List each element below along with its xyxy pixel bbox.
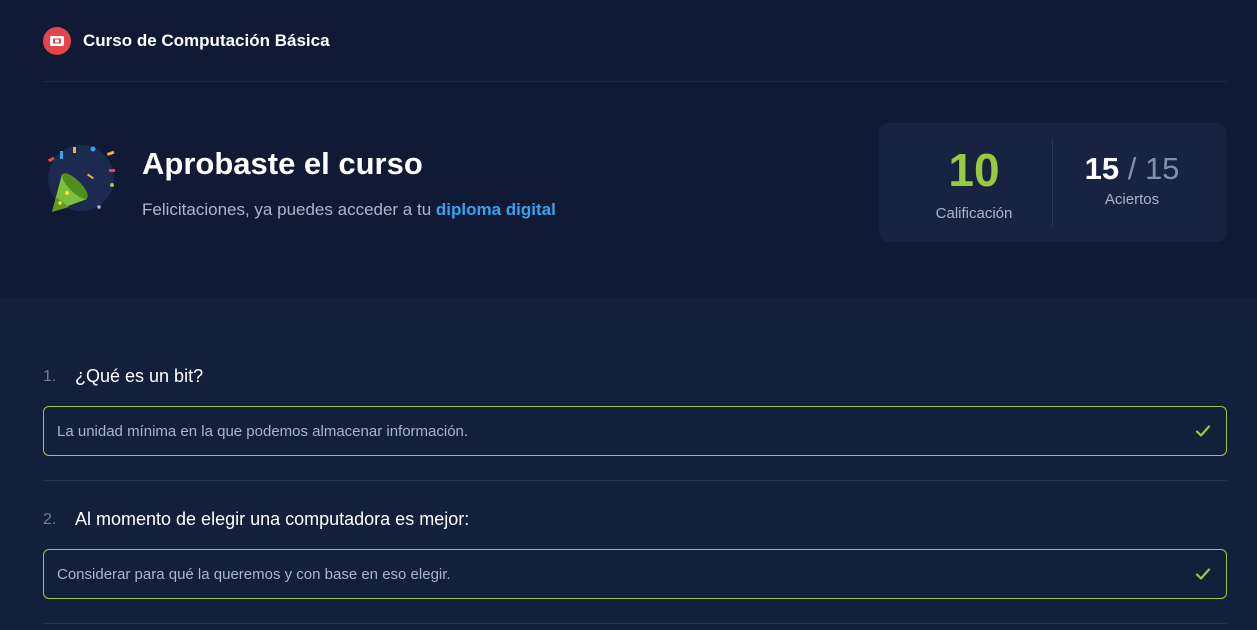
- score-card: 10 Calificación 15 / 15 Aciertos: [879, 123, 1227, 242]
- total-value: 15: [1144, 151, 1180, 186]
- header-divider: [43, 81, 1227, 82]
- question-number: 2.: [43, 511, 57, 528]
- video-icon[interactable]: [43, 27, 71, 55]
- correct-count: 15 / 15: [1053, 151, 1211, 187]
- check-icon: [1194, 565, 1212, 583]
- question-text: Al momento de elegir una computadora es …: [75, 509, 470, 529]
- check-icon: [1194, 422, 1212, 440]
- party-popper-icon: [43, 141, 119, 217]
- correct-value: 15: [1084, 151, 1120, 186]
- answer-option[interactable]: La unidad mínima en la que podemos almac…: [43, 406, 1227, 456]
- question-text: ¿Qué es un bit?: [75, 366, 204, 386]
- answer-option[interactable]: Considerar para qué la queremos y con ba…: [43, 549, 1227, 599]
- question-number: 1.: [43, 368, 57, 385]
- course-title[interactable]: Curso de Computación Básica: [83, 31, 330, 51]
- grade-value: 10: [948, 144, 1000, 196]
- question-divider: [43, 623, 1227, 624]
- grade-label: Calificación: [935, 205, 1013, 222]
- answer-text: La unidad mínima en la que podemos almac…: [57, 422, 469, 440]
- course-header: Curso de Computación Básica: [43, 27, 330, 55]
- diploma-link[interactable]: diploma digital: [436, 200, 556, 219]
- score-separator: /: [1127, 151, 1137, 186]
- answer-text: Considerar para qué la queremos y con ba…: [57, 565, 451, 583]
- question-divider: [43, 480, 1227, 481]
- result-subtitle-text: Felicitaciones, ya puedes acceder a tu: [142, 200, 432, 219]
- result-title: Aprobaste el curso: [142, 146, 423, 181]
- result-subtitle: Felicitaciones, ya puedes acceder a tu d…: [142, 200, 556, 220]
- correct-label: Aciertos: [1104, 191, 1160, 208]
